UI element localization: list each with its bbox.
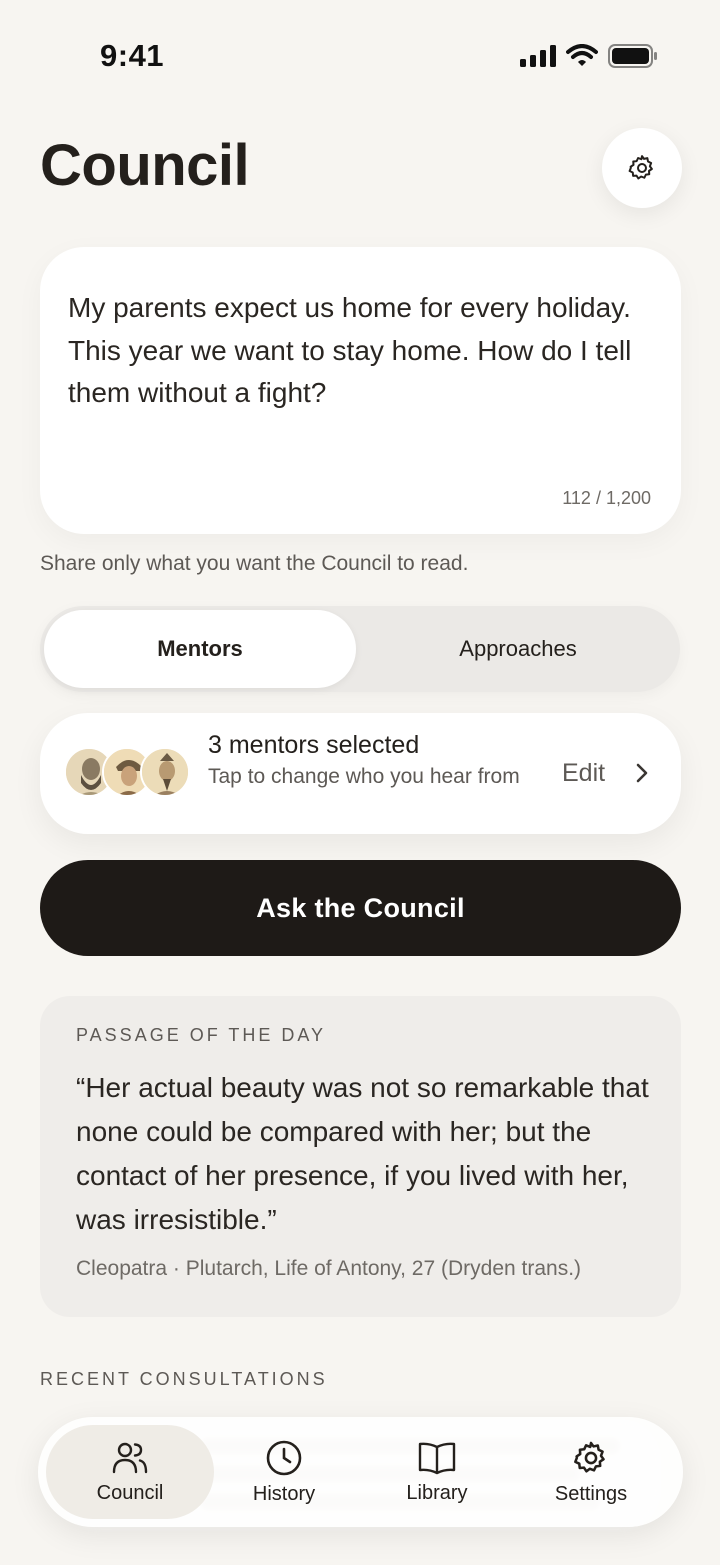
tab-label-history: History (252, 1482, 316, 1505)
people-icon (112, 1442, 148, 1473)
tab-settings[interactable]: Settings (507, 1425, 675, 1519)
passage-card: PASSAGE OF THE DAY “Her actual beauty wa… (40, 996, 681, 1317)
privacy-hint: Share only what you want the Council to … (40, 552, 469, 575)
status-time: 9:41 (100, 38, 165, 73)
tab-label-library: Library (406, 1481, 468, 1504)
tab-approaches[interactable]: Approaches (360, 610, 676, 688)
tab-library[interactable]: Library (353, 1425, 521, 1519)
wifi-icon (566, 44, 598, 66)
cellular-signal-icon (520, 45, 556, 67)
passage-source: Cleopatra · Plutarch, Life of Antony, 27… (76, 1257, 582, 1280)
mentors-subtitle: Tap to change who you hear from (208, 765, 520, 788)
gear-icon (628, 155, 653, 180)
tab-history[interactable]: History (200, 1425, 368, 1519)
page-title: Council (40, 133, 250, 198)
mentors-count: 3 mentors selected (208, 731, 420, 759)
tab-mentors[interactable]: Mentors (44, 610, 356, 688)
mentors-selector[interactable]: 3 mentors selected Tap to change who you… (40, 713, 681, 834)
book-icon (418, 1442, 456, 1474)
chevron-right-icon (636, 763, 648, 783)
tab-council[interactable]: Council (46, 1425, 214, 1519)
edit-mentors-button[interactable]: Edit (562, 759, 605, 788)
status-icons (520, 44, 658, 68)
recent-consultations-heading: RECENT CONSULTATIONS (40, 1369, 328, 1389)
mentor-avatars (64, 747, 194, 799)
status-bar: 9:41 (0, 0, 720, 110)
character-count: 112 / 1,200 (562, 488, 651, 508)
question-input[interactable]: My parents expect us home for every holi… (40, 247, 681, 534)
battery-icon (608, 44, 657, 68)
tab-label-settings: Settings (554, 1482, 628, 1505)
mentor-avatar (140, 747, 190, 797)
tab-label-council: Council (96, 1481, 164, 1504)
gear-icon (574, 1441, 605, 1473)
clock-icon (266, 1440, 302, 1475)
bottom-tab-bar: Council History Library Settings (38, 1417, 683, 1527)
question-text[interactable]: My parents expect us home for every holi… (68, 287, 658, 415)
passage-label: PASSAGE OF THE DAY (76, 1025, 327, 1045)
mode-segmented-control: Mentors Approaches (40, 606, 680, 692)
ask-council-button[interactable]: Ask the Council (40, 860, 681, 956)
settings-button[interactable] (602, 128, 682, 208)
passage-quote: “Her actual beauty was not so remarkable… (76, 1072, 649, 1235)
